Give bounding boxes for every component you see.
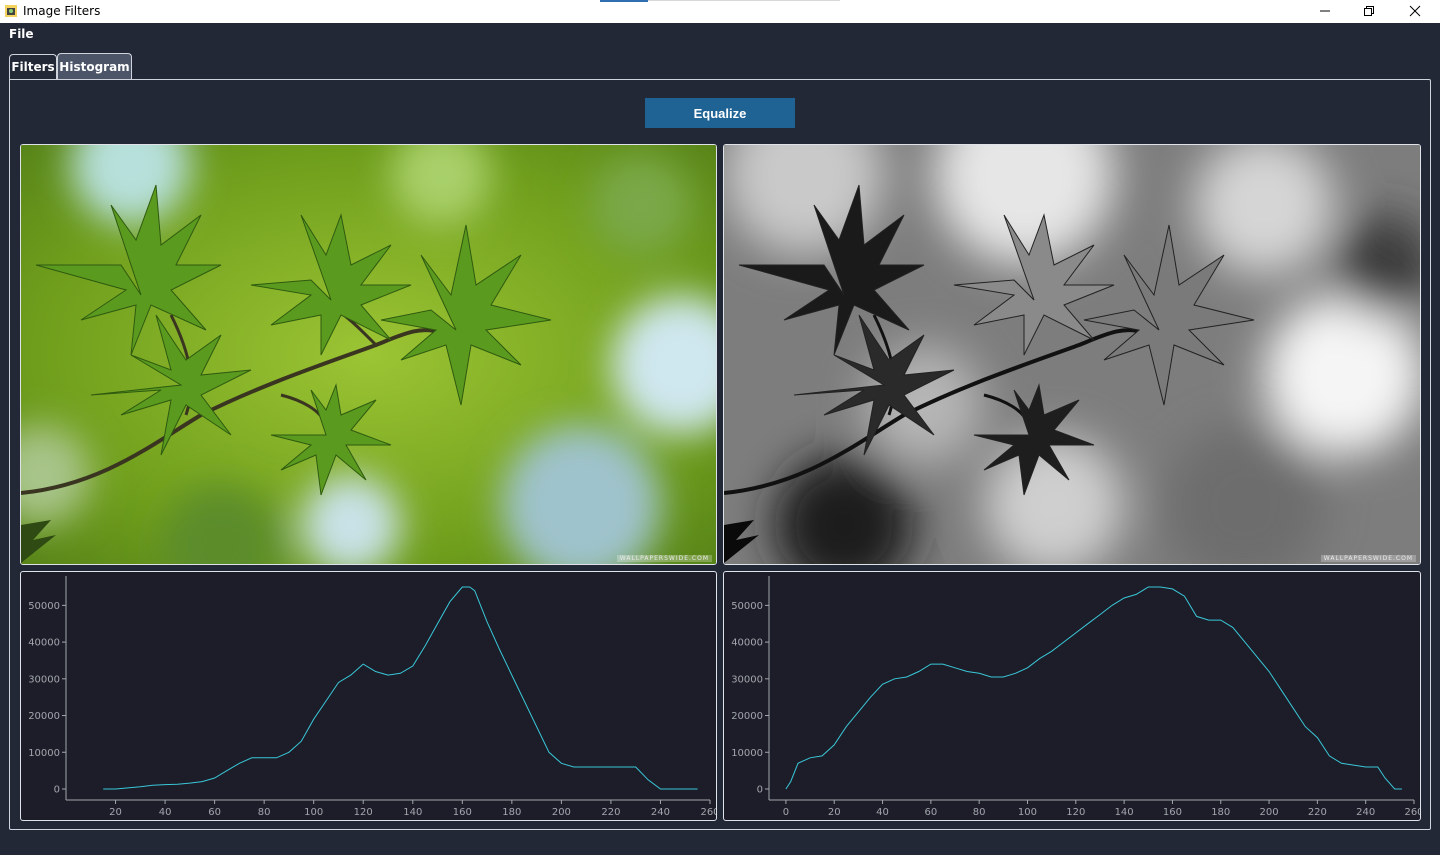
minimize-icon	[1320, 10, 1330, 12]
x-tick-label: 180	[1211, 807, 1230, 818]
x-tick-label: 40	[159, 807, 172, 818]
equalized-histogram-plot: 0 10000 20000 30000 40000 50000 0 20 40 60 80 100 12…	[731, 576, 1420, 818]
x-tick-label: 140	[403, 807, 422, 818]
original-image: WALLPAPERSWIDE.COM	[20, 144, 717, 565]
y-tick-label: 10000	[731, 748, 763, 759]
x-tick-label: 120	[354, 807, 373, 818]
app-icon	[5, 5, 17, 17]
file-menu[interactable]: File	[9, 27, 34, 41]
window-title: Image Filters	[23, 4, 101, 18]
x-tick-label: 160	[1163, 807, 1182, 818]
x-tick-label: 100	[304, 807, 323, 818]
y-tick-label: 10000	[28, 748, 60, 759]
equalized-image: WALLPAPERSWIDE.COM	[723, 144, 1421, 565]
x-tick-label: 0	[783, 807, 789, 818]
x-tick-label: 240	[651, 807, 670, 818]
x-tick-label: 60	[924, 807, 937, 818]
y-tick-label: 40000	[731, 638, 763, 649]
x-tick-label: 120	[1066, 807, 1085, 818]
y-tick-label: 20000	[731, 711, 763, 722]
x-tick-label: 40	[876, 807, 889, 818]
histogram-line	[785, 586, 1402, 790]
x-tick-label: 20	[109, 807, 122, 818]
y-tick-label: 30000	[731, 674, 763, 685]
restore-icon	[1364, 6, 1374, 16]
original-histogram: 0 10000 20000 30000 40000 50000 20 40 60 80 100 120…	[20, 571, 717, 821]
y-tick-label: 50000	[731, 601, 763, 612]
x-tick-label: 20	[828, 807, 841, 818]
tab-histogram[interactable]: Histogram	[57, 53, 132, 79]
titlebar-accent	[600, 0, 648, 2]
equalized-leaves-picture	[724, 145, 1420, 564]
image-watermark: WALLPAPERSWIDE.COM	[616, 555, 712, 562]
y-tick-label: 0	[757, 784, 763, 795]
x-tick-label: 80	[973, 807, 986, 818]
x-tick-label: 220	[1308, 807, 1327, 818]
close-button[interactable]	[1392, 0, 1438, 22]
original-histogram-plot: 0 10000 20000 30000 40000 50000 20 40 60 80 100 120…	[28, 576, 716, 818]
titlebar-divider	[648, 0, 840, 1]
minimize-button[interactable]	[1302, 0, 1348, 22]
x-tick-label: 140	[1115, 807, 1134, 818]
window-titlebar: Image Filters	[0, 0, 1440, 23]
x-tick-label: 260	[1404, 807, 1420, 818]
y-tick-label: 0	[54, 784, 60, 795]
x-tick-label: 60	[208, 807, 221, 818]
x-tick-label: 100	[1018, 807, 1037, 818]
x-tick-label: 200	[552, 807, 571, 818]
y-tick-label: 20000	[28, 711, 60, 722]
x-tick-label: 80	[258, 807, 271, 818]
x-tick-label: 220	[601, 807, 620, 818]
close-icon	[1409, 5, 1421, 17]
x-tick-label: 200	[1260, 807, 1279, 818]
image-watermark: WALLPAPERSWIDE.COM	[1320, 555, 1416, 562]
histogram-line	[103, 586, 698, 790]
equalize-button[interactable]: Equalize	[645, 98, 795, 128]
equalized-histogram: 0 10000 20000 30000 40000 50000 0 20 40 60 80 100 12…	[723, 571, 1421, 821]
tab-filters[interactable]: Filters	[9, 54, 57, 79]
y-tick-label: 40000	[28, 638, 60, 649]
menu-bar: File	[0, 23, 1440, 43]
x-tick-label: 160	[453, 807, 472, 818]
restore-button[interactable]	[1346, 0, 1392, 22]
y-tick-label: 30000	[28, 674, 60, 685]
x-tick-label: 240	[1356, 807, 1375, 818]
y-tick-label: 50000	[28, 601, 60, 612]
original-leaves-picture	[21, 145, 716, 564]
x-tick-label: 180	[502, 807, 521, 818]
x-tick-label: 260	[700, 807, 716, 818]
